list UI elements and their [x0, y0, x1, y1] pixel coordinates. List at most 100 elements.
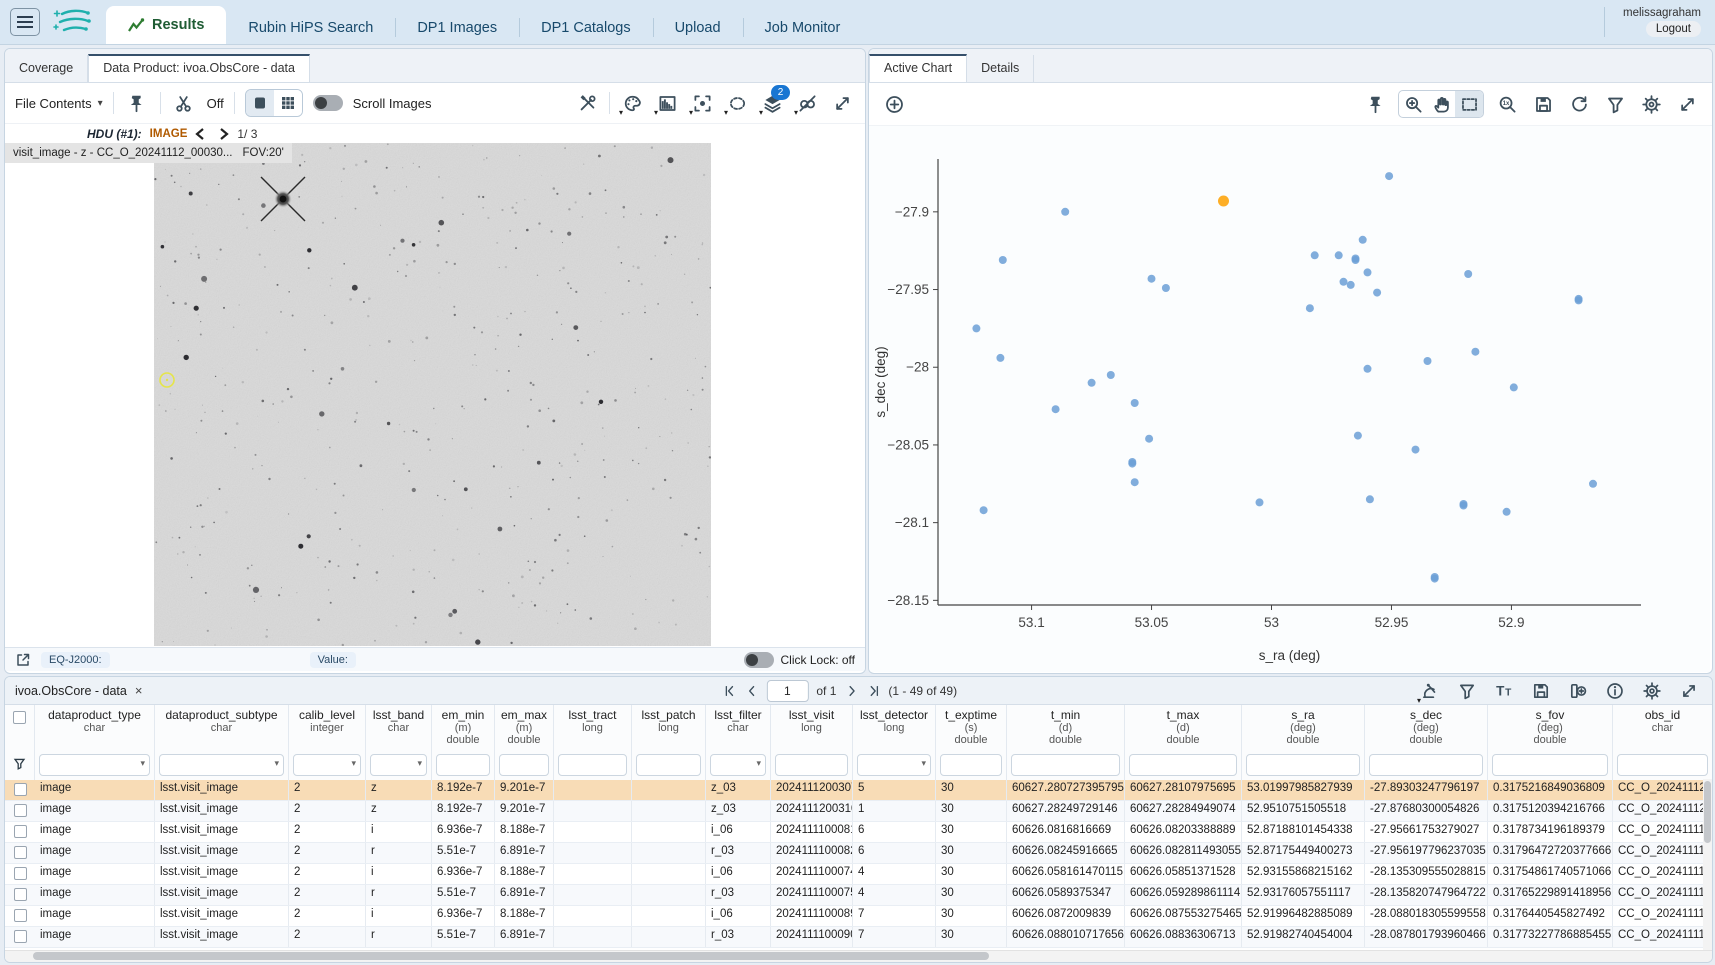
save-chart-icon[interactable] — [1530, 91, 1556, 117]
select-region-icon[interactable]: ▾ — [724, 90, 750, 116]
column-header-dataproduct_type[interactable]: dataproduct_typechar▾ — [35, 705, 155, 780]
row-checkbox[interactable] — [14, 846, 27, 859]
column-header-s_fov[interactable]: s_fov(deg)double — [1488, 705, 1613, 780]
filter-input-s_dec[interactable] — [1369, 754, 1483, 776]
filter-input-t_exptime[interactable] — [940, 754, 1002, 776]
filter-input-lsst_visit[interactable] — [775, 754, 848, 776]
tab-data-product[interactable]: Data Product: ivoa.ObsCore - data — [88, 54, 310, 82]
column-header-obs_id[interactable]: obs_idchar — [1613, 705, 1713, 780]
column-header-dataproduct_subtype[interactable]: dataproduct_subtypechar▾ — [155, 705, 289, 780]
table-row[interactable]: imagelsst.visit_image2i6.936e-78.188e-7i… — [5, 864, 1712, 885]
filter-input-lsst_patch[interactable] — [636, 754, 701, 776]
filter-input-dataproduct_type[interactable] — [39, 754, 150, 776]
layers-icon[interactable]: 2 ▾ — [759, 90, 785, 116]
scroll-images-toggle[interactable] — [313, 95, 343, 111]
filter-input-t_min[interactable] — [1011, 754, 1120, 776]
firefly-logo[interactable] — [52, 7, 92, 37]
analyze-table-icon[interactable]: ▾ — [1417, 678, 1443, 704]
logout-button[interactable]: Logout — [1646, 21, 1701, 37]
nav-tab-rubin-hips-search[interactable]: Rubin HiPS Search — [226, 11, 395, 44]
column-header-lsst_visit[interactable]: lsst_visitlong — [771, 705, 853, 780]
table-row[interactable]: imagelsst.visit_image2r5.51e-76.891e-7r_… — [5, 885, 1712, 906]
row-checkbox[interactable] — [14, 888, 27, 901]
filter-input-em_min[interactable] — [436, 754, 490, 776]
save-table-icon[interactable] — [1528, 678, 1554, 704]
filter-input-lsst_band[interactable] — [370, 754, 427, 776]
stretch-histogram-icon[interactable]: ▾ — [654, 90, 680, 116]
fits-image[interactable] — [154, 143, 711, 646]
page-input[interactable] — [766, 680, 808, 702]
column-header-calib_level[interactable]: calib_levelinteger▾ — [289, 705, 366, 780]
tab-details[interactable]: Details — [967, 55, 1034, 82]
row-checkbox[interactable] — [14, 930, 27, 943]
table-row[interactable]: imagelsst.visit_image2i6.936e-78.188e-7i… — [5, 822, 1712, 843]
column-header-s_ra[interactable]: s_ra(deg)double — [1242, 705, 1365, 780]
row-checkbox[interactable] — [14, 825, 27, 838]
row-checkbox[interactable] — [14, 909, 27, 922]
restore-chart-icon[interactable] — [1566, 91, 1592, 117]
text-view-icon[interactable]: TT — [1491, 678, 1517, 704]
filter-input-obs_id[interactable] — [1617, 754, 1708, 776]
column-header-lsst_detector[interactable]: lsst_detectorlong▾ — [853, 705, 936, 780]
table-row[interactable]: imagelsst.visit_image2i6.936e-78.188e-7i… — [5, 906, 1712, 927]
filter-input-dataproduct_subtype[interactable] — [159, 754, 284, 776]
nav-tab-dp1-catalogs[interactable]: DP1 Catalogs — [519, 11, 652, 44]
filter-table-icon[interactable] — [1454, 678, 1480, 704]
row-checkbox[interactable] — [14, 867, 27, 880]
filter-input-lsst_tract[interactable] — [558, 754, 627, 776]
select-all-checkbox[interactable] — [13, 711, 26, 724]
add-chart-icon[interactable] — [881, 91, 907, 117]
chart-settings-icon[interactable] — [1638, 91, 1664, 117]
column-header-t_min[interactable]: t_min(d)double — [1007, 705, 1125, 780]
expand-chart-icon[interactable] — [1674, 91, 1700, 117]
filter-chart-icon[interactable] — [1602, 91, 1628, 117]
nav-tab-dp1-images[interactable]: DP1 Images — [395, 11, 519, 44]
table-row[interactable]: imagelsst.visit_image2r5.51e-76.891e-7r_… — [5, 927, 1712, 948]
pan-hand-icon[interactable] — [1427, 91, 1455, 117]
table-settings-icon[interactable] — [1639, 678, 1665, 704]
nav-tab-results[interactable]: Results — [106, 6, 226, 44]
grid-view-button[interactable] — [274, 90, 302, 116]
column-header-s_dec[interactable]: s_dec(deg)double — [1365, 705, 1488, 780]
open-in-new-icon[interactable] — [15, 652, 31, 668]
last-page-icon[interactable] — [866, 684, 880, 698]
scatter-chart[interactable]: 53.153.055352.9552.9−27.9−27.95−28−28.05… — [869, 126, 1710, 672]
hdu-next-icon[interactable] — [219, 128, 229, 140]
tools-icon[interactable] — [574, 90, 600, 116]
recenter-icon[interactable]: ▾ — [689, 90, 715, 116]
filter-input-lsst_detector[interactable] — [857, 754, 931, 776]
zoom-in-icon[interactable] — [1399, 91, 1427, 117]
box-select-icon[interactable] — [1455, 91, 1483, 117]
table-tab[interactable]: ivoa.ObsCore - data × — [15, 683, 142, 698]
filter-input-s_ra[interactable] — [1246, 754, 1360, 776]
hdu-prev-icon[interactable] — [195, 128, 205, 140]
pin-chart-button[interactable] — [1362, 91, 1388, 117]
click-lock-toggle[interactable] — [744, 652, 774, 668]
first-page-icon[interactable] — [722, 684, 736, 698]
next-page-icon[interactable] — [844, 684, 858, 698]
single-view-button[interactable] — [246, 90, 274, 116]
cutout-scissors-button[interactable] — [171, 90, 197, 116]
zoom-reset-icon[interactable]: 1x — [1494, 91, 1520, 117]
column-header-lsst_tract[interactable]: lsst_tractlong — [554, 705, 632, 780]
fits-viewer[interactable]: visit_image - z - CC_O_20241112_00030...… — [5, 143, 865, 647]
expand-table-icon[interactable] — [1676, 678, 1702, 704]
filter-input-lsst_filter[interactable] — [710, 754, 766, 776]
table-vertical-scrollbar[interactable] — [1703, 779, 1712, 951]
row-checkbox[interactable] — [14, 804, 27, 817]
file-contents-dropdown[interactable]: File Contents▾ — [15, 96, 103, 111]
table-horizontal-scrollbar[interactable] — [5, 950, 1712, 962]
filter-input-t_max[interactable] — [1129, 754, 1237, 776]
column-header-lsst_band[interactable]: lsst_bandchar▾ — [366, 705, 432, 780]
filter-input-s_fov[interactable] — [1492, 754, 1608, 776]
column-header-lsst_filter[interactable]: lsst_filterchar▾ — [706, 705, 771, 780]
filter-input-em_max[interactable] — [499, 754, 549, 776]
table-row[interactable]: imagelsst.visit_image2z8.192e-79.201e-7z… — [5, 801, 1712, 822]
pin-image-button[interactable] — [124, 90, 150, 116]
column-header-t_max[interactable]: t_max(d)double — [1125, 705, 1242, 780]
column-header-em_max[interactable]: em_max(m)double — [495, 705, 554, 780]
row-checkbox[interactable] — [14, 783, 27, 796]
add-column-icon[interactable] — [1565, 678, 1591, 704]
close-table-icon[interactable]: × — [135, 683, 143, 698]
prev-page-icon[interactable] — [744, 684, 758, 698]
